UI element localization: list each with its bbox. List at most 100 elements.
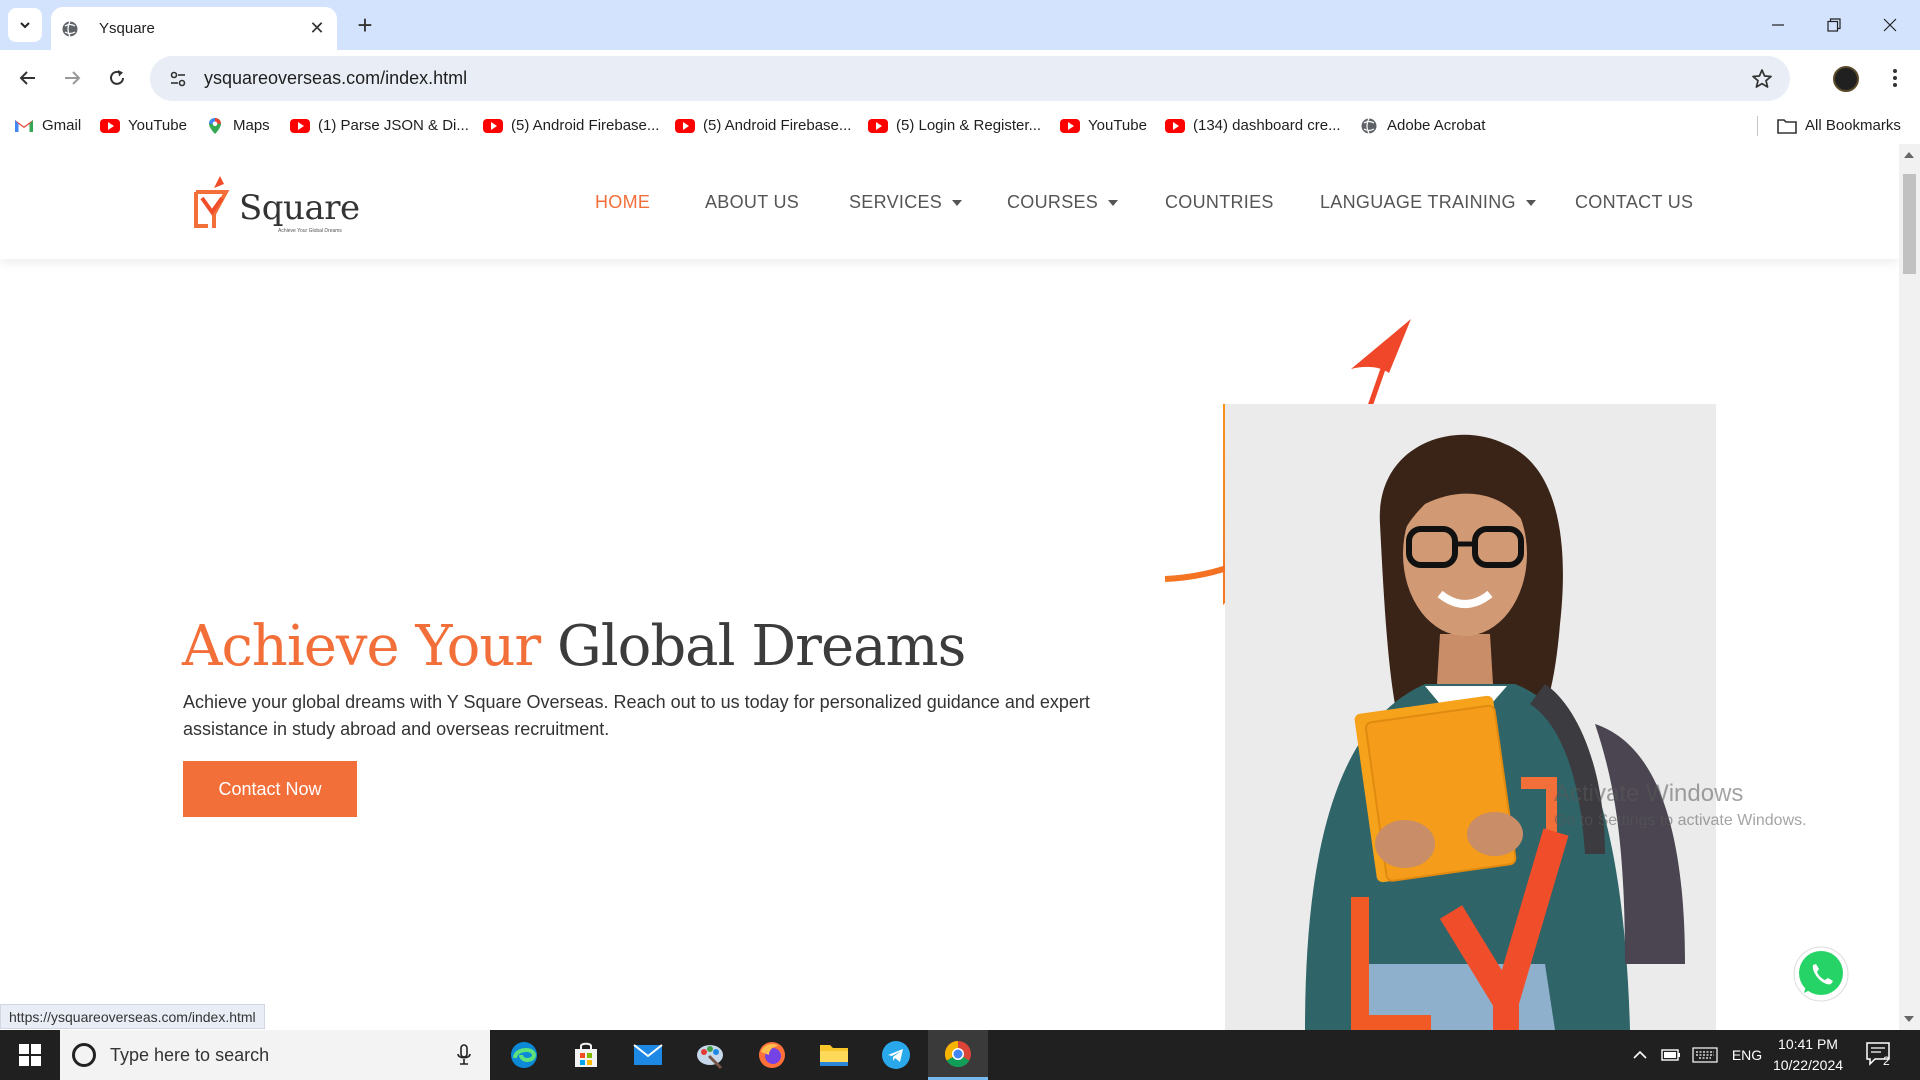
tray-overflow-chevron[interactable] bbox=[1625, 1030, 1655, 1080]
paint-icon bbox=[697, 1045, 723, 1070]
reload-button[interactable] bbox=[99, 60, 135, 96]
taskbar-paint[interactable] bbox=[680, 1030, 740, 1080]
contact-now-button[interactable]: Contact Now bbox=[183, 761, 357, 817]
restore-button[interactable] bbox=[1806, 8, 1862, 42]
clock-time: 10:41 PM bbox=[1778, 1036, 1838, 1052]
taskbar-edge[interactable] bbox=[494, 1030, 554, 1080]
watermark-line-1: Activate Windows bbox=[1554, 780, 1744, 807]
link-status-bubble: https://ysquareoverseas.com/index.html bbox=[0, 1004, 265, 1029]
taskbar-search[interactable]: Type here to search bbox=[60, 1030, 490, 1080]
bookmark-dashboard[interactable]: (134) dashboard cre... bbox=[1165, 113, 1341, 138]
taskbar-store[interactable] bbox=[556, 1030, 616, 1080]
forward-button[interactable] bbox=[54, 60, 90, 96]
nav-contact-us[interactable]: CONTACT US bbox=[1575, 192, 1693, 213]
hero-title: Achieve Your Global Dreams bbox=[182, 614, 966, 679]
telegram-icon bbox=[882, 1041, 910, 1069]
youtube-icon bbox=[1165, 118, 1185, 134]
bookmark-login-register[interactable]: (5) Login & Register... bbox=[868, 113, 1041, 138]
nav-label: CONTACT US bbox=[1575, 192, 1694, 212]
bookmark-label: YouTube bbox=[128, 117, 187, 134]
gmail-icon bbox=[14, 118, 34, 134]
search-placeholder: Type here to search bbox=[110, 1044, 270, 1065]
back-arrow-icon bbox=[19, 71, 35, 85]
clock-date: 10/22/2024 bbox=[1772, 1057, 1844, 1073]
logo-mark-icon bbox=[194, 176, 230, 228]
bookmark-adobe-acrobat[interactable]: Adobe Acrobat bbox=[1359, 113, 1485, 138]
nav-label: HOME bbox=[595, 192, 651, 212]
nav-home[interactable]: HOME bbox=[595, 192, 650, 213]
windows-logo-icon bbox=[19, 1044, 41, 1066]
battery-indicator[interactable] bbox=[1656, 1030, 1686, 1080]
hero-title-accent: Achieve Your bbox=[182, 614, 541, 679]
taskbar-clock[interactable]: 10:41 PM 10/22/2024 bbox=[1770, 1034, 1846, 1076]
nav-services[interactable]: SERVICES bbox=[849, 192, 963, 213]
close-tab-icon[interactable]: ✕ bbox=[307, 18, 327, 39]
caret-down-icon bbox=[1525, 199, 1536, 206]
site-logo[interactable]: Square Achieve Your Global Dreams bbox=[192, 174, 360, 238]
nav-about-us[interactable]: ABOUT US bbox=[705, 192, 799, 213]
nav-label: ABOUT US bbox=[705, 192, 800, 212]
chevron-down-icon bbox=[20, 22, 30, 29]
new-tab-button[interactable]: + bbox=[350, 10, 380, 40]
taskbar-telegram[interactable] bbox=[866, 1030, 926, 1080]
scroll-up-arrow[interactable] bbox=[1904, 152, 1914, 158]
action-center-button[interactable]: 2 bbox=[1865, 1040, 1899, 1070]
bookmark-gmail[interactable]: Gmail bbox=[14, 113, 81, 138]
bookmark-android-firebase-1[interactable]: (5) Android Firebase... bbox=[483, 113, 659, 138]
windows-taskbar: Type here to search ENG 10:41 PM 10/22/2… bbox=[0, 1030, 1920, 1080]
mail-icon bbox=[633, 1044, 663, 1065]
youtube-icon bbox=[100, 118, 120, 134]
tab-title: Ysquare bbox=[99, 20, 155, 37]
bookmark-youtube[interactable]: YouTube bbox=[100, 113, 187, 138]
bookmark-maps[interactable]: Maps bbox=[205, 113, 270, 138]
reload-icon bbox=[110, 70, 124, 85]
maps-icon bbox=[205, 117, 225, 134]
folder-icon bbox=[1777, 118, 1797, 134]
site-header: Square Achieve Your Global Dreams HOME A… bbox=[0, 144, 1899, 259]
scroll-thumb[interactable] bbox=[1903, 174, 1916, 274]
browser-tab[interactable]: Ysquare ✕ bbox=[51, 7, 337, 50]
taskbar-firefox[interactable] bbox=[742, 1030, 802, 1080]
page-scrollbar[interactable] bbox=[1899, 144, 1920, 1030]
globe-icon bbox=[62, 20, 78, 37]
bookmark-parse-json[interactable]: (1) Parse JSON & Di... bbox=[290, 113, 469, 138]
bookmark-android-firebase-2[interactable]: (5) Android Firebase... bbox=[675, 113, 851, 138]
taskbar-mail[interactable] bbox=[618, 1030, 678, 1080]
bookmarks-divider bbox=[1757, 116, 1758, 136]
bookmark-youtube-2[interactable]: YouTube bbox=[1060, 113, 1147, 138]
close-window-button[interactable] bbox=[1862, 8, 1918, 42]
bookmark-label: (134) dashboard cre... bbox=[1193, 117, 1341, 134]
chevron-up-icon bbox=[1633, 1050, 1647, 1059]
microphone-icon[interactable] bbox=[452, 1043, 476, 1067]
whatsapp-icon[interactable] bbox=[1792, 945, 1850, 1003]
nav-countries[interactable]: COUNTRIES bbox=[1165, 192, 1274, 213]
chrome-menu-icon[interactable] bbox=[1880, 62, 1910, 94]
profile-avatar[interactable] bbox=[1833, 66, 1859, 92]
minimize-icon bbox=[1772, 24, 1784, 26]
nav-courses[interactable]: COURSES bbox=[1007, 192, 1119, 213]
edge-icon bbox=[511, 1042, 537, 1068]
store-icon bbox=[575, 1042, 597, 1067]
taskbar-chrome[interactable] bbox=[928, 1030, 988, 1080]
bookmark-label: YouTube bbox=[1088, 117, 1147, 134]
touch-keyboard-button[interactable] bbox=[1689, 1030, 1721, 1080]
address-bar[interactable]: ysquareoverseas.com/index.html bbox=[150, 56, 1790, 101]
hero-description: Achieve your global dreams with Y Square… bbox=[183, 692, 1090, 739]
taskbar-file-explorer[interactable] bbox=[804, 1030, 864, 1080]
nav-language-training[interactable]: LANGUAGE TRAINING bbox=[1320, 192, 1536, 213]
bookmark-label: (5) Login & Register... bbox=[896, 117, 1042, 134]
back-button[interactable] bbox=[10, 60, 46, 96]
site-info-icon[interactable] bbox=[158, 59, 198, 99]
tab-search-button[interactable] bbox=[8, 8, 42, 42]
youtube-icon bbox=[290, 118, 310, 134]
all-bookmarks[interactable]: All Bookmarks bbox=[1777, 113, 1901, 138]
language-indicator[interactable]: ENG bbox=[1727, 1030, 1767, 1080]
bookmark-star-icon[interactable] bbox=[1742, 59, 1782, 99]
youtube-icon bbox=[483, 118, 503, 134]
start-button[interactable] bbox=[0, 1030, 60, 1080]
bookmark-label: (5) Android Firebase... bbox=[511, 117, 660, 134]
minimize-button[interactable] bbox=[1750, 8, 1806, 42]
scroll-down-arrow[interactable] bbox=[1904, 1016, 1914, 1022]
website-viewport: Square Achieve Your Global Dreams HOME A… bbox=[0, 144, 1899, 1030]
notification-count: 2 bbox=[1883, 1054, 1890, 1068]
